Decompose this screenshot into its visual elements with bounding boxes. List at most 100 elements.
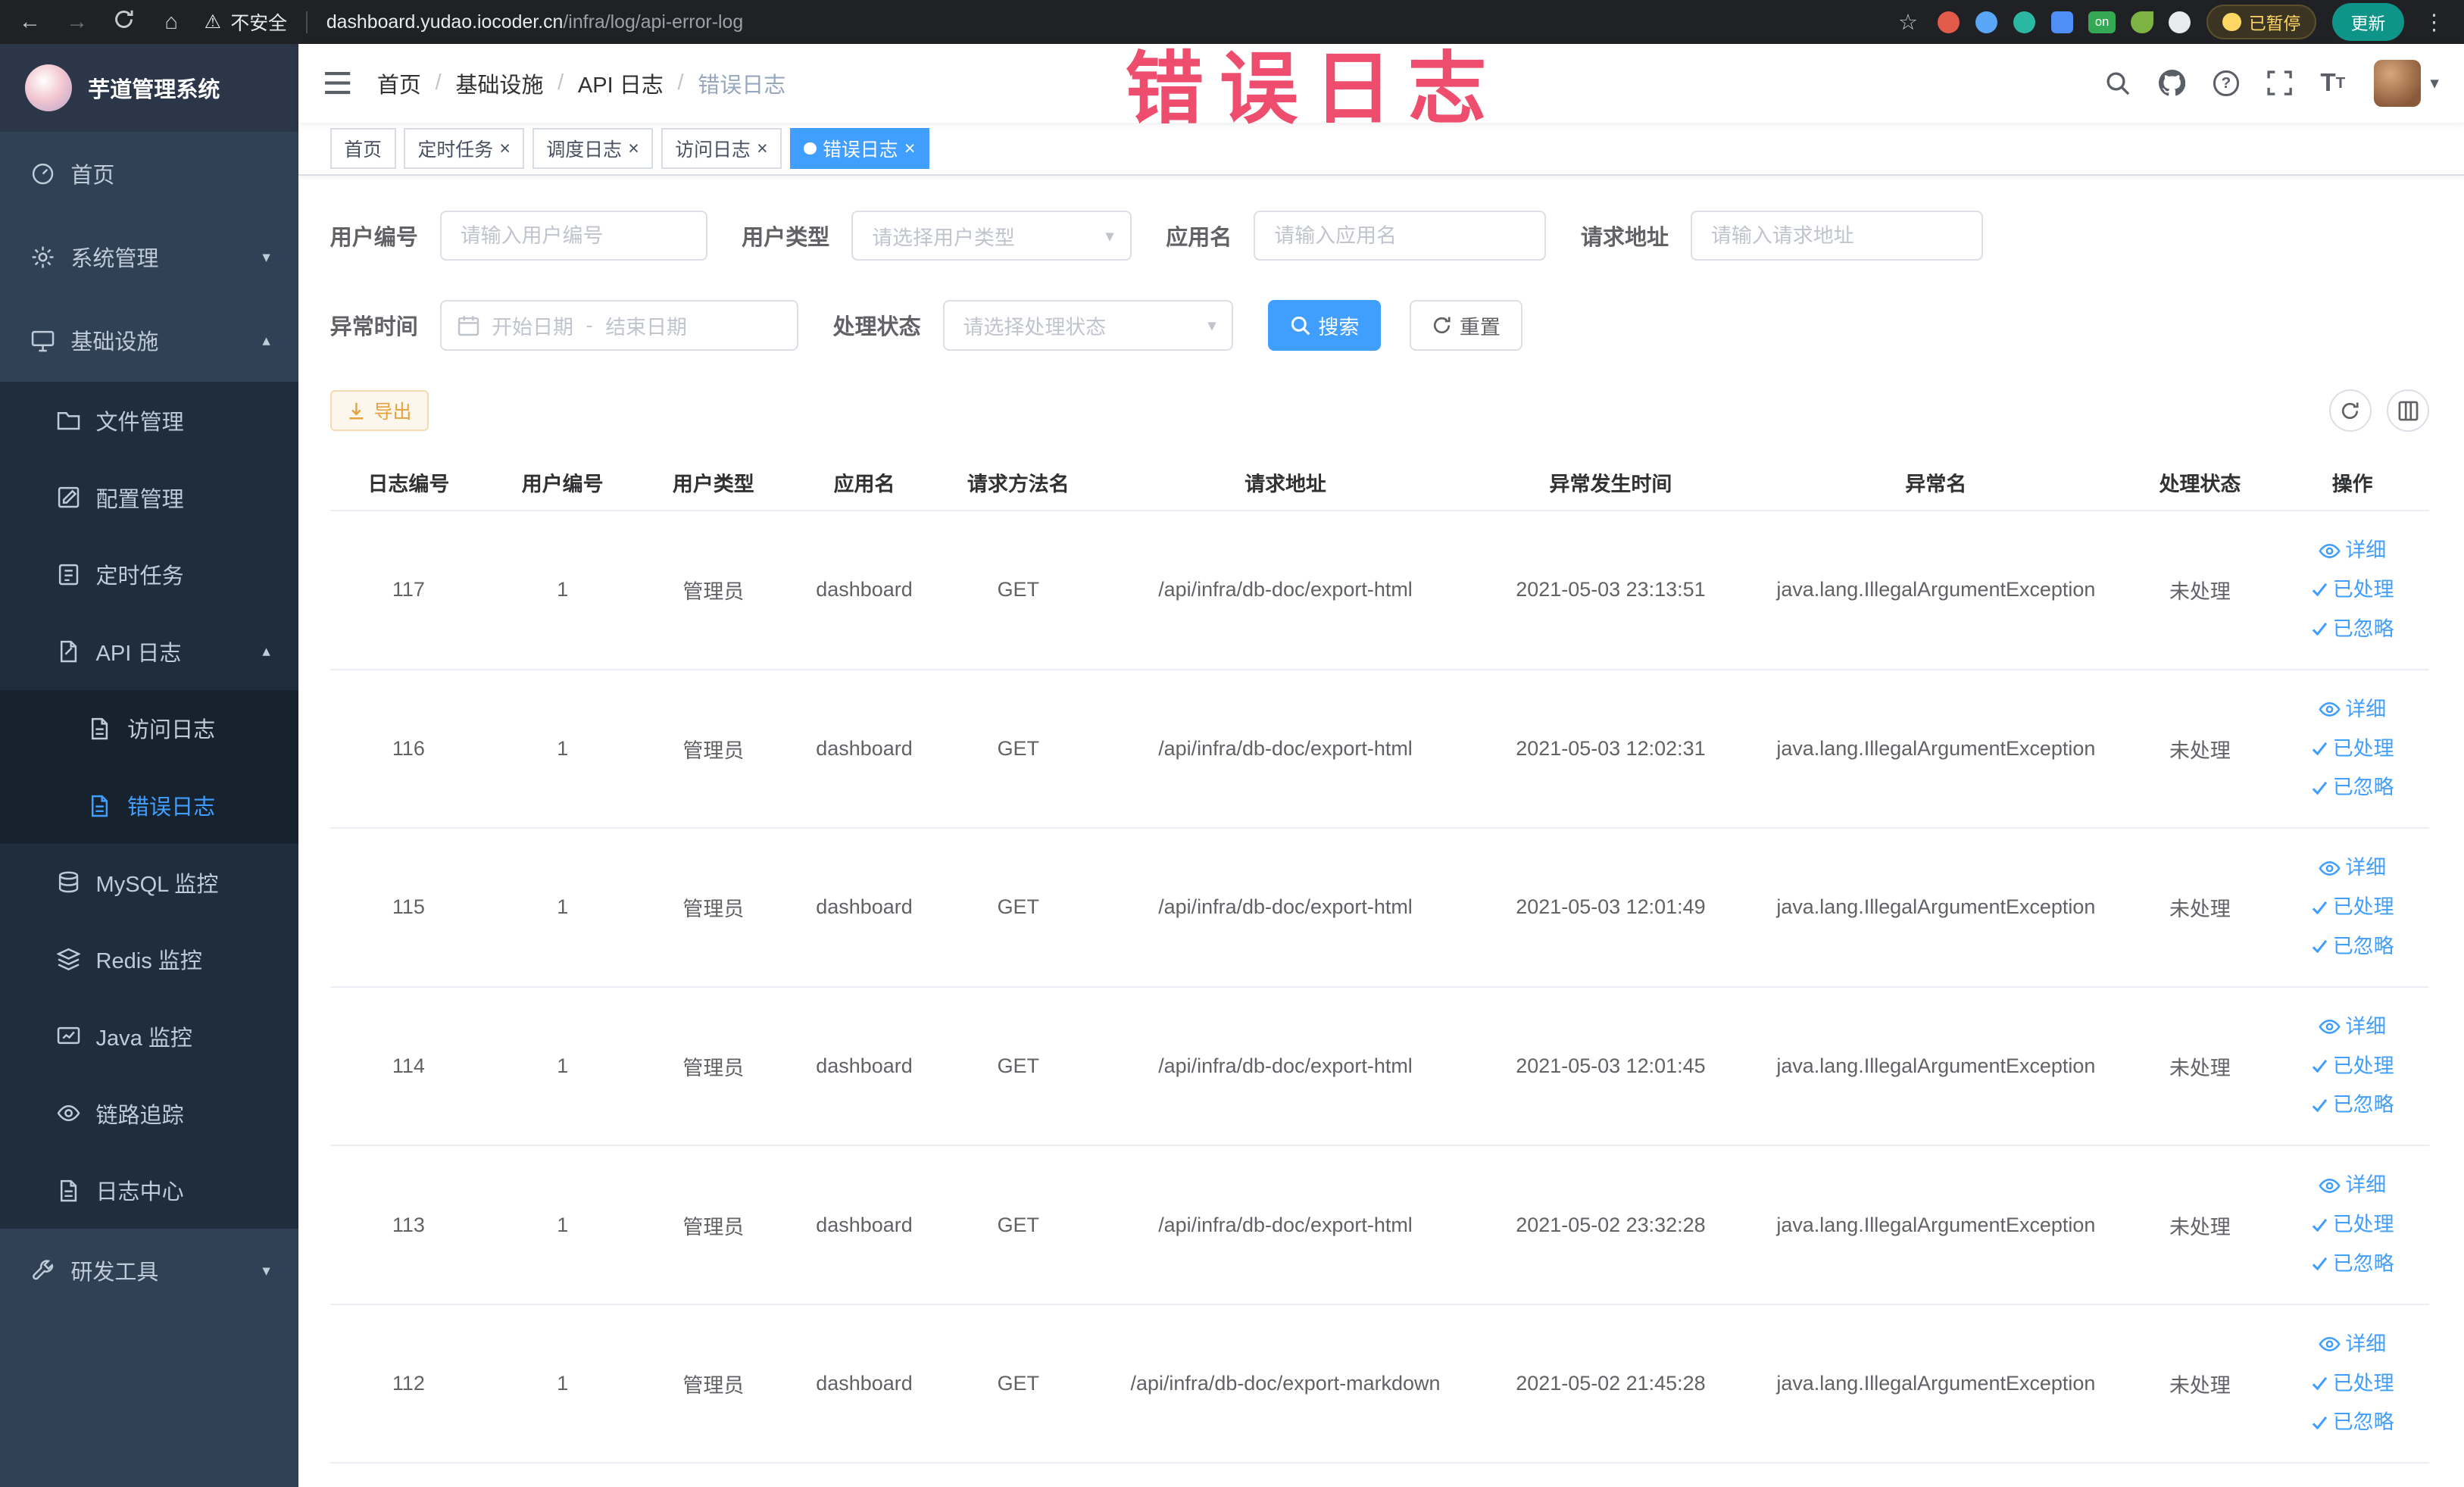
tab-schedule-logs[interactable]: 调度日志 × [532, 128, 654, 170]
detail-link[interactable]: 详细 [2281, 1166, 2423, 1205]
fullscreen-icon[interactable] [2267, 70, 2292, 96]
app-logo[interactable]: 芋道管理系统 [0, 44, 299, 133]
sidebar-item-api-logs[interactable]: API 日志 ▴ [0, 613, 299, 690]
address-bar[interactable]: dashboard.yudao.iocoder.cn/infra/log/api… [326, 11, 743, 33]
browser-menu-icon[interactable]: ⋮ [2420, 9, 2448, 36]
sidebar-collapse-icon[interactable] [323, 71, 351, 95]
user-menu[interactable]: ▾ [2373, 59, 2439, 108]
sidebar-item-home[interactable]: 首页 [0, 132, 299, 216]
sidebar-item-link-tracing[interactable]: 链路追踪 [0, 1074, 299, 1152]
help-icon[interactable]: ? [2213, 70, 2239, 96]
sidebar-item-error-logs[interactable]: 错误日志 [0, 767, 299, 844]
mark-processed-link[interactable]: 已处理 [2281, 1205, 2423, 1245]
tab-home[interactable]: 首页 [329, 128, 396, 170]
mark-processed-link[interactable]: 已处理 [2281, 888, 2423, 927]
check-icon [2312, 623, 2327, 636]
breadcrumb-item[interactable]: API 日志 [578, 67, 664, 99]
sidebar-item-config-management[interactable]: 配置管理 [0, 458, 299, 536]
breadcrumb-item[interactable]: 基础设施 [455, 67, 543, 99]
extension-icon-grid[interactable] [2050, 11, 2073, 33]
cell-request-url: /api/infra/db-doc/export-html [1097, 986, 1474, 1147]
mark-processed-link[interactable]: 已处理 [2281, 1047, 2423, 1086]
security-label[interactable]: 不安全 [230, 8, 287, 36]
mark-ignored-link[interactable]: 已忽略 [2281, 610, 2423, 649]
extension-icon-paw[interactable] [2169, 11, 2191, 33]
close-icon[interactable]: × [628, 139, 639, 158]
search-button[interactable]: 搜索 [1268, 300, 1382, 351]
browser-back-icon[interactable]: ← [16, 10, 44, 35]
sidebar-item-redis-monitor[interactable]: Redis 监控 [0, 920, 299, 998]
cell-user-id: 1 [487, 986, 639, 1147]
cell-user-type: 管理员 [638, 1145, 789, 1305]
font-size-icon[interactable]: TT [2320, 69, 2345, 98]
app-name-input[interactable] [1254, 210, 1547, 261]
detail-link[interactable]: 详细 [2281, 531, 2423, 570]
cell-user-type: 管理员 [638, 828, 789, 988]
tab-error-logs[interactable]: 错误日志 × [789, 128, 929, 170]
profile-paused-button[interactable]: 已暂停 [2206, 5, 2317, 39]
tab-access-logs[interactable]: 访问日志 × [661, 128, 782, 170]
detail-link[interactable]: 详细 [2281, 1325, 2423, 1364]
sidebar-item-access-logs[interactable]: 访问日志 [0, 689, 299, 767]
close-icon[interactable]: × [499, 139, 511, 158]
user-type-select[interactable]: 请选择用户类型 ▾ [851, 210, 1132, 261]
browser-chrome: ← → ⌂ ⚠ 不安全 dashboard.yudao.iocoder.cn/i… [0, 0, 2464, 45]
github-icon[interactable] [2158, 70, 2186, 96]
extension-icon-on[interactable]: on [2088, 11, 2116, 33]
mark-ignored-link[interactable]: 已忽略 [2281, 1403, 2423, 1442]
sidebar-item-dev-tools[interactable]: 研发工具 ▾ [0, 1229, 299, 1313]
tab-scheduled-tasks[interactable]: 定时任务 × [403, 128, 525, 170]
extension-icon-teal[interactable] [2013, 11, 2035, 33]
layers-icon [56, 948, 80, 970]
browser-reload-icon[interactable] [110, 8, 138, 36]
column-header: 用户类型 [638, 454, 789, 512]
exception-time-range-picker[interactable]: 开始日期 - 结束日期 [439, 300, 798, 351]
app-name-label: 应用名 [1166, 226, 1232, 251]
close-icon[interactable]: × [904, 139, 916, 158]
refresh-table-button[interactable] [2328, 389, 2372, 433]
sidebar-item-file-management[interactable]: 文件管理 [0, 382, 299, 459]
sidebar-item-infrastructure[interactable]: 基础设施 ▴ [0, 298, 299, 383]
extension-icon-drop[interactable] [1975, 11, 1998, 33]
mark-ignored-link[interactable]: 已忽略 [2281, 1086, 2423, 1125]
export-button[interactable]: 导出 [329, 390, 429, 432]
browser-forward-icon[interactable]: → [63, 10, 91, 35]
search-icon[interactable] [2105, 70, 2130, 95]
detail-link[interactable]: 详细 [2281, 848, 2423, 888]
cell-log-id: 117 [329, 511, 488, 670]
document-icon [60, 1179, 77, 1202]
mark-ignored-link[interactable]: 已忽略 [2281, 927, 2423, 967]
detail-link[interactable]: 详细 [2281, 690, 2423, 729]
cell-user-id: 1 [487, 828, 639, 988]
browser-home-icon[interactable]: ⌂ [157, 10, 185, 35]
mark-processed-link[interactable]: 已处理 [2281, 729, 2423, 769]
sidebar-item-java-monitor[interactable]: Java 监控 [0, 998, 299, 1075]
detail-link[interactable]: 详细 [2281, 1007, 2423, 1047]
mark-processed-link[interactable]: 已处理 [2281, 1364, 2423, 1404]
mark-ignored-link[interactable]: 已忽略 [2281, 768, 2423, 808]
bookmark-star-icon[interactable]: ☆ [1894, 9, 1922, 36]
sidebar: 芋道管理系统 首页 系统管理 ▾ 基础设施 ▴ 文件管理 配置管理 定时任务 A… [0, 44, 299, 1487]
column-settings-button[interactable] [2387, 389, 2430, 433]
request-url-input[interactable] [1691, 210, 1983, 261]
warning-icon: ⚠ [204, 11, 221, 33]
browser-update-button[interactable]: 更新 [2331, 3, 2405, 41]
mark-processed-link[interactable]: 已处理 [2281, 570, 2423, 610]
sidebar-item-log-center[interactable]: 日志中心 [0, 1151, 299, 1229]
breadcrumb-item[interactable]: 首页 [377, 67, 421, 99]
cell-log-id: 113 [329, 1145, 488, 1305]
extension-icon-leaf[interactable] [2131, 11, 2153, 33]
extension-icon-red[interactable] [1938, 11, 1960, 33]
sidebar-item-system[interactable]: 系统管理 ▾ [0, 215, 299, 299]
process-status-select[interactable]: 请选择处理状态 ▾ [942, 300, 1234, 351]
search-icon [1291, 316, 1310, 336]
task-list-icon [58, 564, 78, 585]
user-id-input[interactable] [439, 210, 707, 261]
sidebar-item-mysql-monitor[interactable]: MySQL 监控 [0, 843, 299, 921]
close-icon[interactable]: × [757, 139, 768, 158]
sidebar-item-scheduled-tasks[interactable]: 定时任务 [0, 536, 299, 614]
check-icon [2312, 781, 2327, 795]
mark-ignored-link[interactable]: 已忽略 [2281, 1245, 2423, 1284]
reset-button[interactable]: 重置 [1409, 300, 1522, 351]
user-type-label: 用户类型 [742, 226, 830, 251]
